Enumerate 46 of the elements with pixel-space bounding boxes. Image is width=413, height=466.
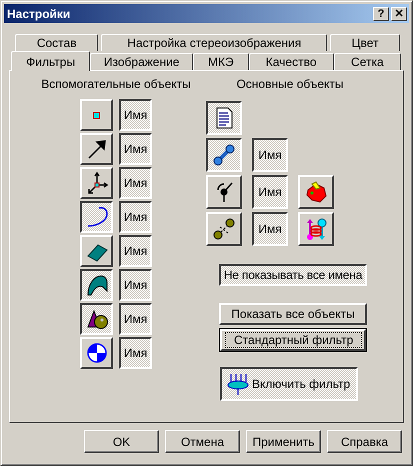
- name-toggle-button[interactable]: Имя: [119, 99, 152, 131]
- name-toggle-button[interactable]: Имя: [119, 303, 152, 335]
- tab[interactable]: Цвет: [330, 34, 400, 51]
- show-all-button[interactable]: Показать все объекты: [219, 303, 367, 325]
- tab[interactable]: Изображение: [90, 53, 194, 70]
- solid-body-icon: [304, 180, 328, 204]
- name-toggle-button[interactable]: Имя: [119, 235, 152, 267]
- filter-toggle-button[interactable]: [80, 303, 113, 335]
- close-button[interactable]: ✕: [391, 6, 407, 20]
- filter-toggle-button[interactable]: [206, 138, 242, 172]
- dialog-button[interactable]: Справка: [327, 430, 402, 453]
- tab[interactable]: Настройка стереоизображения: [101, 34, 328, 51]
- window-title: Настройки: [7, 6, 72, 20]
- hide-names-button[interactable]: Не показывать все имена: [219, 264, 367, 286]
- name-toggle-button[interactable]: Имя: [252, 175, 288, 209]
- disc-icon: [84, 341, 108, 365]
- link-icon: [212, 143, 236, 167]
- name-toggle-button[interactable]: Имя: [119, 201, 152, 233]
- enable-filter-button[interactable]: Включить фильтр: [220, 367, 358, 401]
- point-icon: [93, 112, 100, 118]
- name-toggle-button[interactable]: Имя: [119, 269, 152, 301]
- section-heading: Основные объекты: [236, 77, 344, 91]
- dialog-button[interactable]: Отмена: [165, 430, 240, 453]
- name-toggle-button[interactable]: Имя: [252, 212, 288, 246]
- name-toggle-button[interactable]: Имя: [119, 167, 152, 199]
- spring-icon: [304, 217, 328, 241]
- dialog-button[interactable]: Применить: [246, 430, 321, 453]
- tab[interactable]: Фильтры: [11, 51, 90, 71]
- tab[interactable]: Состав: [15, 34, 98, 51]
- tab[interactable]: Качество: [248, 53, 334, 70]
- tab[interactable]: МКЭ: [193, 53, 249, 70]
- tab[interactable]: Сетка: [334, 53, 401, 70]
- name-toggle-button[interactable]: Имя: [119, 337, 152, 369]
- standard-filter-button[interactable]: Стандартный фильтр: [220, 329, 366, 351]
- section-heading: Вспомогательные объекты: [41, 77, 191, 91]
- name-toggle-button[interactable]: Имя: [252, 138, 288, 172]
- filter-toggle-button[interactable]: [80, 269, 113, 301]
- filter-icon: [226, 372, 250, 396]
- shell-icon: [84, 273, 108, 297]
- cone-sphere-icon: [84, 307, 108, 331]
- help-button[interactable]: ?: [373, 6, 389, 20]
- dialog-button[interactable]: OK: [84, 430, 159, 453]
- filter-toggle-button[interactable]: [206, 101, 242, 135]
- nodes-icon: [212, 217, 236, 241]
- filter-toggle-button[interactable]: [80, 201, 113, 233]
- name-toggle-button[interactable]: Имя: [119, 133, 152, 165]
